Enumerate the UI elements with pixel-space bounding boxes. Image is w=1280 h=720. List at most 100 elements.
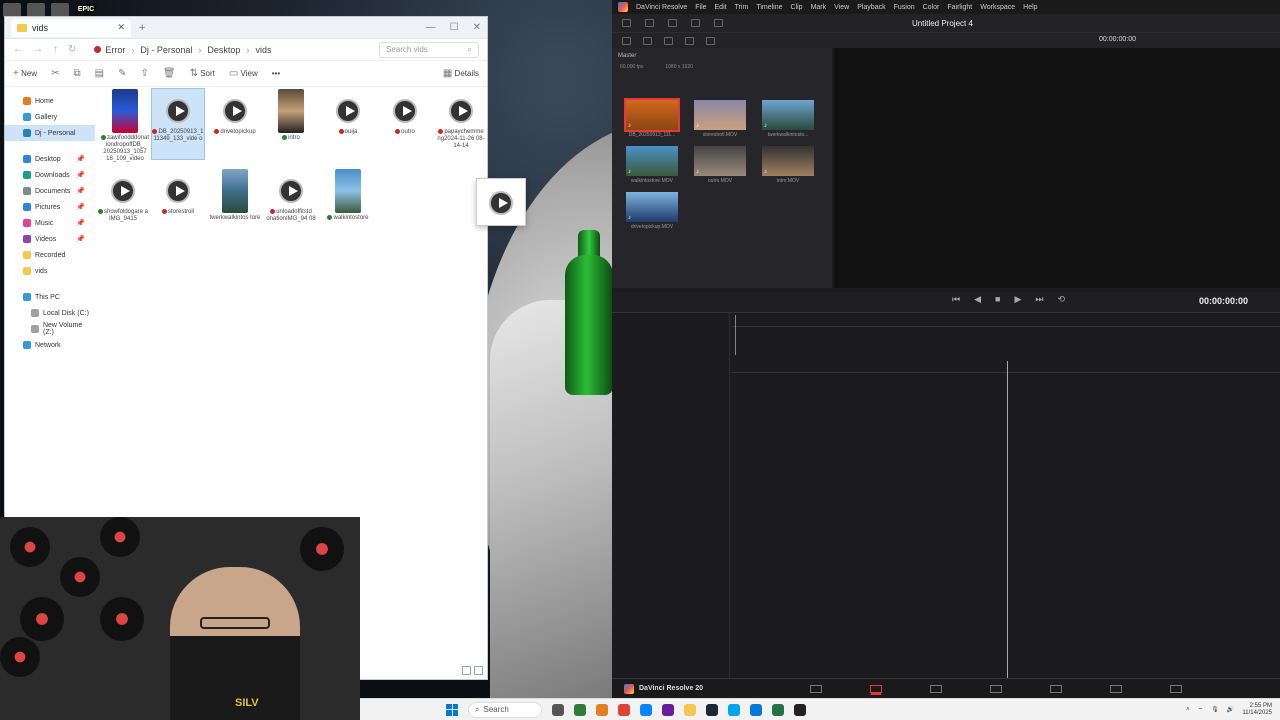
media-clip[interactable]: ♪ intro.MOV xyxy=(758,146,818,184)
file-item[interactable]: storestroll xyxy=(152,169,204,216)
file-item[interactable]: drivetopickup xyxy=(209,89,261,136)
excel-icon[interactable] xyxy=(772,703,784,716)
task-view-icon[interactable] xyxy=(552,703,564,716)
breadcrumb-item-vids[interactable]: vids xyxy=(255,45,271,55)
menu-item[interactable]: Trim xyxy=(735,4,749,11)
edit-index-icon[interactable] xyxy=(668,19,677,27)
file-item[interactable]: unloadoffitstd onationIMG_94 08 xyxy=(265,169,317,223)
file-item[interactable]: outro xyxy=(379,89,431,136)
list-view-icon[interactable] xyxy=(643,36,652,45)
refresh-icon[interactable]: ↻ xyxy=(68,44,76,55)
tab-close-icon[interactable]: ✕ xyxy=(117,22,125,33)
nav-item-desktop[interactable]: Desktop 📌 xyxy=(5,151,95,167)
menu-item[interactable]: Help xyxy=(1023,4,1037,11)
nav-item-music[interactable]: Music 📌 xyxy=(5,215,95,231)
menu-item[interactable]: Clip xyxy=(791,4,803,11)
source-viewer[interactable] xyxy=(834,48,1280,288)
details-view-icon[interactable] xyxy=(462,666,471,675)
file-item[interactable]: showfoldogare a IMG_9415 xyxy=(97,169,149,223)
file-item[interactable]: walkintostore xyxy=(322,169,374,222)
file-explorer-icon[interactable] xyxy=(684,703,696,716)
nav-item-local-disk[interactable]: Local Disk (C:) xyxy=(5,305,95,321)
playhead[interactable] xyxy=(1007,361,1008,679)
media-clip[interactable]: ♪ drivetopickup.MOV xyxy=(622,192,682,230)
menu-item[interactable]: Mark xyxy=(811,4,827,11)
davinci-resolve-icon[interactable] xyxy=(794,703,806,716)
nav-item-home[interactable]: Home xyxy=(5,93,95,109)
menu-item[interactable]: View xyxy=(834,4,849,11)
search-icon[interactable] xyxy=(706,36,715,45)
menu-item[interactable]: Fusion xyxy=(894,4,915,11)
rename-icon[interactable]: ✎ xyxy=(118,68,126,79)
more-button[interactable]: ••• xyxy=(272,69,280,78)
tools-icon[interactable] xyxy=(714,19,723,27)
effects-icon[interactable] xyxy=(645,19,654,27)
new-button[interactable]: + New xyxy=(13,68,37,79)
paste-icon[interactable]: ▤ xyxy=(95,68,104,79)
menu-item[interactable]: Color xyxy=(923,4,940,11)
steam-icon[interactable] xyxy=(706,703,718,716)
breadcrumb-item-error[interactable]: Error xyxy=(94,45,125,55)
menu-item[interactable]: Playback xyxy=(857,4,885,11)
grid-view-icon[interactable] xyxy=(685,36,694,45)
media-clip[interactable]: ♪ DB_20250913_111... xyxy=(622,98,682,138)
close-icon[interactable]: ✕ xyxy=(473,22,481,33)
desktop-shortcut-icon[interactable] xyxy=(27,3,45,17)
menu-item[interactable]: Edit xyxy=(715,4,727,11)
file-item[interactable]: zawifoodddonat iondropoffDB_ 20250913_10… xyxy=(99,89,151,163)
breadcrumb-item-desktop[interactable]: Desktop xyxy=(207,45,240,55)
media-clip[interactable]: ♪ twerkwalkintosto... xyxy=(758,100,818,138)
sound-library-icon[interactable] xyxy=(691,19,700,27)
deliver-page-icon[interactable] xyxy=(1170,684,1182,693)
cut-icon[interactable]: ✂ xyxy=(51,68,59,79)
timeline-ruler[interactable] xyxy=(732,319,1280,327)
search-input[interactable]: Search vids ⌕ xyxy=(379,41,479,58)
start-icon[interactable] xyxy=(446,703,458,716)
outlook-icon[interactable] xyxy=(750,703,762,716)
media-pool-icon[interactable] xyxy=(622,19,631,27)
media-clip[interactable]: ♪ storestroll.MOV xyxy=(690,100,750,138)
sort-icon[interactable] xyxy=(664,36,673,45)
details-button[interactable]: ▦ Details xyxy=(443,68,479,79)
skip-start-icon[interactable]: ⏮ xyxy=(952,294,960,305)
up-icon[interactable]: ↑ xyxy=(53,44,58,55)
nav-item-videos[interactable]: Videos 📌 xyxy=(5,231,95,247)
nav-item-network[interactable]: Network xyxy=(5,337,95,353)
menu-item[interactable]: DaVinci Resolve xyxy=(636,4,687,11)
explorer-tab[interactable]: vids ✕ xyxy=(11,18,131,37)
share-icon[interactable]: ⇪ xyxy=(140,68,148,79)
fairlight-page-icon[interactable] xyxy=(1110,684,1122,693)
menu-item[interactable]: Timeline xyxy=(756,4,782,11)
minimize-icon[interactable]: — xyxy=(426,22,436,33)
stop-icon[interactable]: ■ xyxy=(995,294,1000,305)
bin-icon[interactable] xyxy=(622,36,631,45)
copy-icon[interactable]: ⧉ xyxy=(73,68,80,79)
edge-icon[interactable] xyxy=(640,703,652,716)
cut-page-icon[interactable] xyxy=(870,684,882,693)
file-item[interactable]: ouija xyxy=(322,89,374,136)
media-clip[interactable]: ♪ outro.MOV xyxy=(690,146,750,184)
app-icon[interactable] xyxy=(728,703,740,716)
nav-item-gallery[interactable]: Gallery xyxy=(5,109,95,125)
sort-button[interactable]: ⇅ Sort xyxy=(190,68,215,79)
play-icon[interactable]: ▶ xyxy=(1014,294,1021,305)
clock[interactable]: 2:55 PM 11/14/2025 xyxy=(1242,703,1272,717)
app-icon[interactable] xyxy=(596,703,608,716)
chrome-icon[interactable] xyxy=(618,703,630,716)
menu-item[interactable]: Workspace xyxy=(980,4,1015,11)
nav-item-vids[interactable]: vids xyxy=(5,263,95,279)
nav-item-this-pc[interactable]: This PC xyxy=(5,289,95,305)
network-icon[interactable]: ⌔ xyxy=(1198,706,1204,714)
file-item[interactable]: papaychemme ng2024-11-26 08-14-14 xyxy=(435,89,487,150)
file-item[interactable]: twerkwalkintos tore xyxy=(209,169,261,222)
nav-item-recorded[interactable]: Recorded xyxy=(5,247,95,263)
color-page-icon[interactable] xyxy=(1050,684,1062,693)
reverse-icon[interactable]: ◀ xyxy=(974,294,981,305)
timeline-ruler[interactable] xyxy=(732,365,1280,373)
breadcrumb-item-personal[interactable]: Dj - Personal xyxy=(140,45,192,55)
playhead[interactable] xyxy=(735,315,736,355)
thumbnail-view-icon[interactable] xyxy=(474,666,483,675)
view-button[interactable]: ▭ View xyxy=(229,68,258,79)
desktop-shortcut-icon[interactable] xyxy=(51,3,69,17)
nav-item-personal[interactable]: Dj - Personal xyxy=(5,125,95,141)
